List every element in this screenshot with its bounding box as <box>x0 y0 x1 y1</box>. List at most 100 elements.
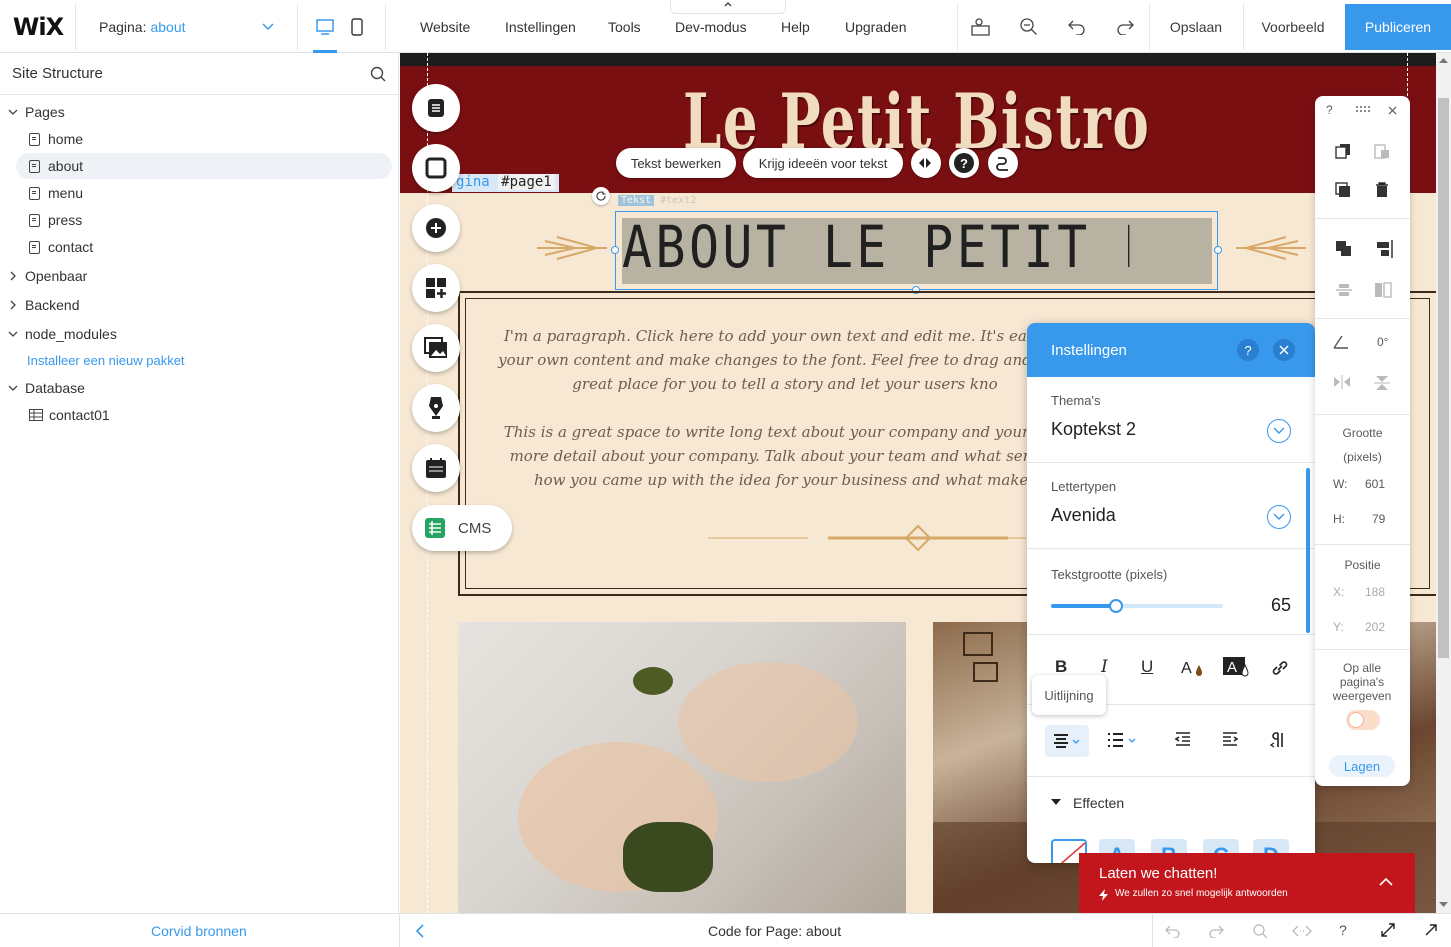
desktop-view-button[interactable] <box>310 0 340 53</box>
menu-upgrade[interactable]: Upgraden <box>845 0 907 53</box>
flip-horizontal-icon[interactable] <box>1333 375 1351 389</box>
size-value[interactable]: 65 <box>1271 595 1291 616</box>
open-external-icon[interactable] <box>1424 923 1438 937</box>
layers-button[interactable]: Lagen <box>1329 755 1395 777</box>
collection-contact01[interactable]: contact01 <box>29 402 110 428</box>
chevron-up-icon[interactable] <box>1379 877 1393 886</box>
themes-dropdown[interactable] <box>1267 419 1291 443</box>
text-ideas-button[interactable]: Krijg ideeën voor tekst <box>743 148 903 178</box>
page-item-press[interactable]: press <box>29 207 82 233</box>
page-selector[interactable]: Pagina: about <box>75 0 297 53</box>
page-item-about[interactable]: about <box>16 153 392 179</box>
highlight-color-icon[interactable]: A <box>1223 655 1251 679</box>
bookings-button[interactable] <box>412 444 460 492</box>
connect-code-button[interactable] <box>988 148 1018 178</box>
edit-text-button[interactable]: Tekst bewerken <box>616 148 736 178</box>
add-button[interactable] <box>412 204 460 252</box>
cms-button[interactable]: CMS <box>412 505 512 551</box>
chevron-left-icon[interactable] <box>415 924 425 938</box>
rotation-value[interactable]: 0° <box>1377 335 1388 349</box>
scroll-up-icon[interactable] <box>1439 57 1448 63</box>
drag-handle-icon[interactable] <box>1355 106 1371 112</box>
tree-public[interactable]: Openbaar <box>8 263 87 289</box>
undo-icon[interactable] <box>1165 924 1181 938</box>
resize-handle-left[interactable] <box>611 246 619 254</box>
match-size-icon[interactable] <box>1374 282 1392 298</box>
outdent-icon[interactable] <box>1174 731 1192 749</box>
effects-section[interactable]: Effecten A B C D <box>1027 777 1315 863</box>
resize-handle-right[interactable] <box>1214 246 1222 254</box>
bold-button[interactable]: B <box>1055 657 1067 677</box>
redo-button[interactable] <box>1106 0 1144 53</box>
zoom-out-button[interactable] <box>1010 0 1048 53</box>
flip-vertical-icon[interactable] <box>1374 375 1390 391</box>
settings-close-button[interactable] <box>1273 339 1295 361</box>
italic-button[interactable]: I <box>1101 657 1108 677</box>
duplicate-icon[interactable] <box>1335 182 1351 198</box>
background-button[interactable] <box>412 144 460 192</box>
text-color-icon[interactable]: A <box>1181 657 1205 679</box>
scroll-down-icon[interactable] <box>1439 902 1448 908</box>
font-size-slider[interactable] <box>1051 599 1223 613</box>
chef-image[interactable] <box>458 622 906 913</box>
selection-frame[interactable] <box>615 211 1218 290</box>
code-help-button[interactable]: ? <box>1339 922 1347 938</box>
install-package-link[interactable]: Installeer een nieuw pakket <box>27 347 185 373</box>
slider-thumb[interactable] <box>1109 599 1124 613</box>
menus-pages-button[interactable] <box>412 84 460 132</box>
media-button[interactable] <box>412 324 460 372</box>
show-all-pages-toggle[interactable] <box>1346 710 1380 730</box>
search-icon[interactable] <box>370 66 386 82</box>
align-dropdown[interactable] <box>1045 725 1089 757</box>
theme-section[interactable]: Thema's Koptekst 2 <box>1027 377 1315 463</box>
page-item-home[interactable]: home <box>29 126 83 152</box>
publish-button[interactable]: Publiceren <box>1345 4 1451 50</box>
mobile-view-button[interactable] <box>342 0 372 53</box>
indent-icon[interactable] <box>1221 731 1239 749</box>
paragraph-2[interactable]: This is a great space to write long text… <box>490 420 1080 492</box>
layout-help-button[interactable]: ? <box>1326 103 1333 117</box>
blog-button[interactable] <box>412 384 460 432</box>
tree-node-modules[interactable]: node_modules <box>8 321 117 347</box>
bring-forward-icon[interactable] <box>1335 240 1353 258</box>
tree-database[interactable]: Database <box>8 375 85 401</box>
page-item-contact[interactable]: contact <box>29 234 93 260</box>
tree-backend[interactable]: Backend <box>8 292 79 318</box>
x-value[interactable]: 188 <box>1365 585 1385 599</box>
font-section[interactable]: Lettertypen Avenida <box>1027 463 1315 549</box>
paragraph-1[interactable]: I'm a paragraph. Click here to add your … <box>490 324 1080 396</box>
distribute-icon[interactable] <box>1335 282 1353 298</box>
menu-website[interactable]: Website <box>420 0 470 53</box>
scrollbar-thumb[interactable] <box>1438 98 1449 658</box>
page-item-menu[interactable]: menu <box>29 180 83 206</box>
underline-button[interactable]: U <box>1141 657 1153 677</box>
copy-icon[interactable] <box>1335 143 1351 159</box>
width-value[interactable]: 601 <box>1365 477 1385 491</box>
close-icon[interactable] <box>1388 106 1397 115</box>
paste-icon[interactable] <box>1374 143 1390 159</box>
height-value[interactable]: 79 <box>1372 512 1385 526</box>
expand-icon[interactable] <box>1381 923 1395 937</box>
wix-logo[interactable]: WiX <box>10 0 66 53</box>
animation-button[interactable] <box>911 148 941 178</box>
undo-button[interactable] <box>1058 0 1096 53</box>
save-button[interactable]: Opslaan <box>1150 0 1242 53</box>
code-format-icon[interactable] <box>1292 924 1312 938</box>
settings-scrollbar[interactable] <box>1306 468 1310 633</box>
redo-icon[interactable] <box>1208 924 1224 938</box>
link-icon[interactable] <box>1271 659 1289 677</box>
preview-button[interactable]: Voorbeeld <box>1244 0 1342 53</box>
settings-help-button[interactable]: ? <box>1237 339 1259 361</box>
bullet-list-icon[interactable] <box>1107 731 1139 749</box>
add-apps-button[interactable] <box>412 264 460 312</box>
tree-pages[interactable]: Pages <box>8 99 65 125</box>
fonts-dropdown[interactable] <box>1267 505 1291 529</box>
search-icon[interactable] <box>1252 923 1268 939</box>
rotate-handle[interactable] <box>592 187 610 205</box>
align-right-icon[interactable] <box>1374 240 1394 258</box>
collapse-topbar-button[interactable] <box>670 0 786 14</box>
menu-settings[interactable]: Instellingen <box>505 0 576 53</box>
corvid-resources-link[interactable]: Corvid bronnen <box>151 923 247 939</box>
text-direction-icon[interactable] <box>1270 731 1286 749</box>
y-value[interactable]: 202 <box>1365 620 1385 634</box>
